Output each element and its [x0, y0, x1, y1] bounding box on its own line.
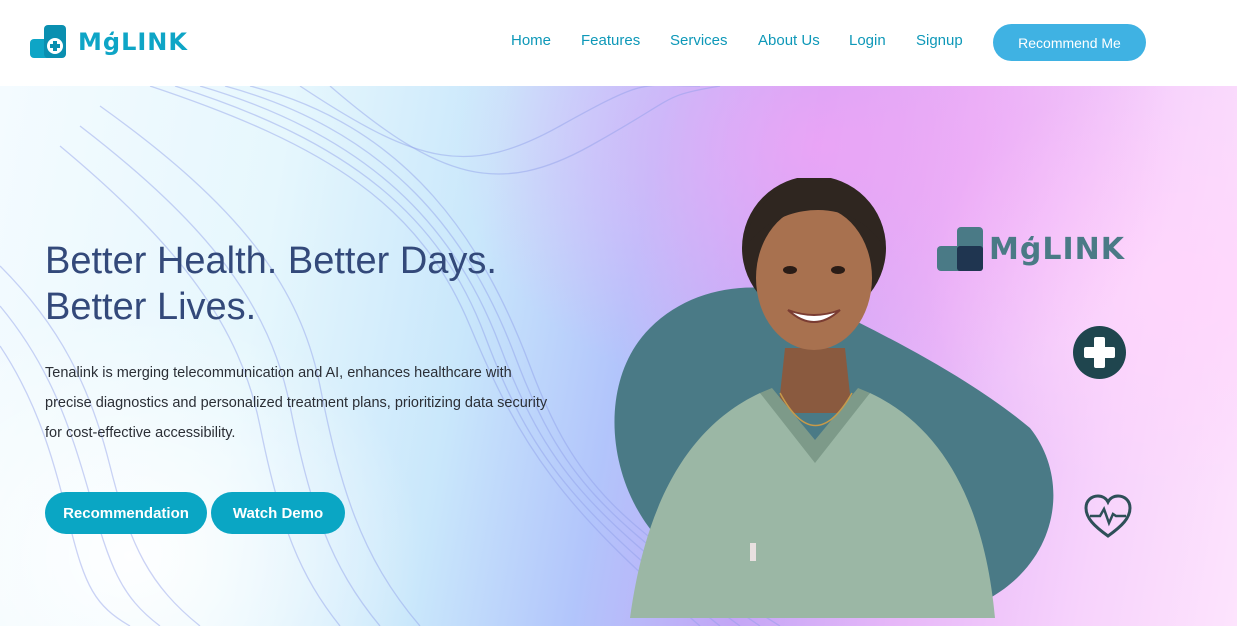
hero-description: Tenalink is merging telecommunication an…	[45, 365, 548, 441]
side-logo-mark-icon	[937, 226, 985, 272]
hero-section: Better Health. Better Days. Better Lives…	[0, 86, 1237, 626]
nav-services[interactable]: Services	[670, 32, 728, 49]
nav-about-us[interactable]: About Us	[758, 32, 820, 49]
recommendation-button[interactable]: Recommendation	[45, 492, 207, 534]
side-logo-text: MģLINK	[989, 231, 1125, 267]
nav-home[interactable]: Home	[511, 32, 551, 49]
headline-line-1: Better Health. Better Days.	[45, 240, 497, 282]
heart-pulse-icon	[1084, 494, 1132, 538]
watch-demo-button[interactable]: Watch Demo	[211, 492, 345, 534]
nav-features[interactable]: Features	[581, 32, 640, 49]
nav-login[interactable]: Login	[849, 32, 886, 49]
headline-line-2: Better Lives.	[45, 286, 257, 328]
recommend-me-button[interactable]: Recommend Me	[993, 24, 1146, 61]
side-brand-logo: MģLINK	[937, 226, 1125, 272]
site-header: MģLINK Home Features Services About Us L…	[0, 0, 1237, 86]
plus-cross-icon	[1073, 326, 1126, 379]
nav-signup[interactable]: Signup	[916, 32, 963, 49]
hero-headline: Better Health. Better Days. Better Lives…	[45, 238, 605, 330]
